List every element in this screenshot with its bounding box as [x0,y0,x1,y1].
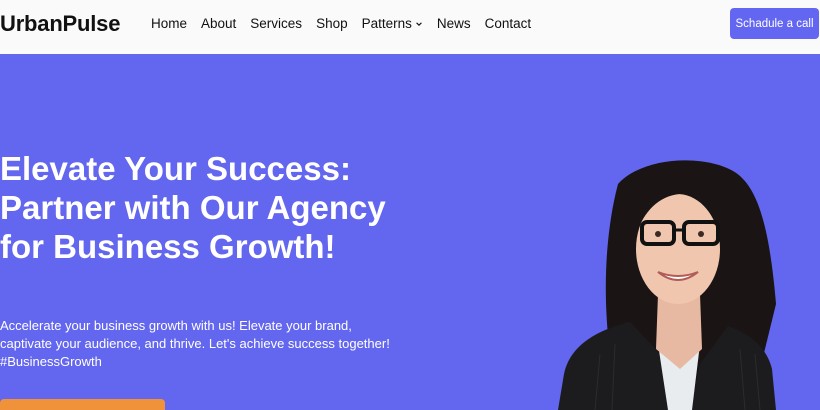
page: UrbanPulse Home About Services Shop Patt… [0,0,820,410]
nav-item-home[interactable]: Home [151,16,187,31]
nav-item-news[interactable]: News [437,16,471,31]
schedule-call-button[interactable]: Schadule a call [730,8,819,39]
nav-item-patterns[interactable]: Patterns [362,16,423,31]
site-logo[interactable]: UrbanPulse [0,11,120,37]
nav-item-services[interactable]: Services [250,16,302,31]
nav-item-about[interactable]: About [201,16,236,31]
hero-cta-button[interactable] [0,399,165,410]
hero-headline: Elevate Your Success: Partner with Our A… [0,150,386,265]
woman-portrait-image [558,160,776,410]
main-nav: Home About Services Shop Patterns News C… [151,16,545,31]
chevron-down-icon [416,21,422,26]
hero-subtext: Accelerate your business growth with us!… [0,318,390,369]
hero-section: Elevate Your Success: Partner with Our A… [0,54,820,410]
site-header: UrbanPulse Home About Services Shop Patt… [0,0,820,54]
nav-item-contact[interactable]: Contact [485,16,532,31]
nav-item-shop[interactable]: Shop [316,16,348,31]
nav-item-patterns-label: Patterns [361,16,412,31]
